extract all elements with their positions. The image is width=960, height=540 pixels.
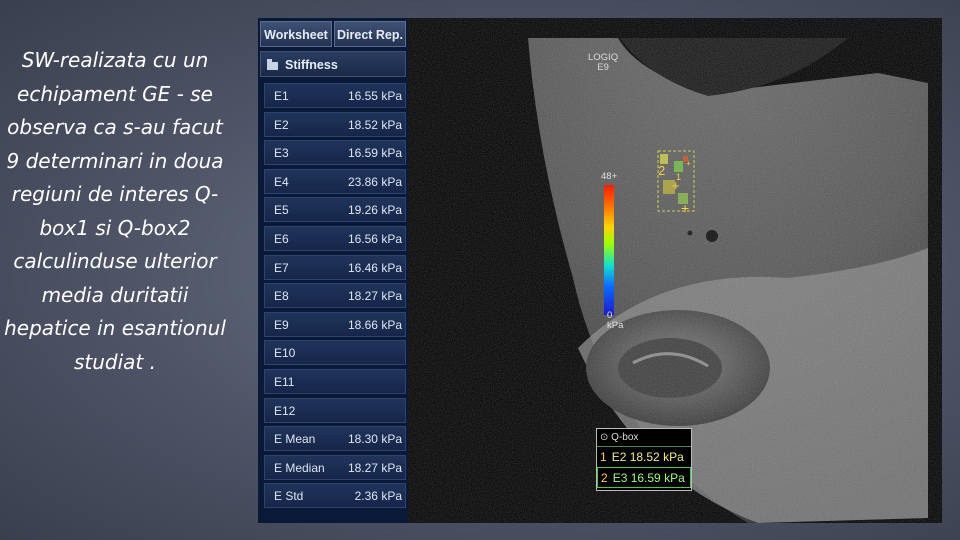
worksheet-tabs: Worksheet Direct Rep. (260, 21, 406, 47)
slide-caption: SW-realizata cu un echipament GE - se ob… (4, 48, 226, 374)
measurement-row[interactable]: E2 18.52 kPa (264, 111, 406, 137)
measurement-row[interactable]: E4 23.86 kPa (264, 168, 406, 194)
qbox-icon: ⊙ (600, 432, 609, 443)
qbox-result-1: 1 E2 18.52 kPa (597, 446, 691, 467)
measurement-row[interactable]: E Median 18.27 kPa (264, 454, 406, 480)
measurement-label: E2 (274, 117, 289, 132)
svg-text:+: + (686, 159, 691, 168)
measurement-value: 16.55 kPa (347, 89, 402, 103)
measurement-row[interactable]: E10 (264, 340, 406, 366)
measurement-value: 2.36 kPa (354, 489, 402, 504)
measurement-label: E5 (274, 203, 289, 218)
measurement-value: 18.30 kPa (347, 432, 402, 447)
ultrasound-screen: Worksheet Direct Rep. Stiffness E1 16.55 … (258, 18, 942, 523)
stiffness-folder[interactable]: Stiffness (260, 51, 406, 77)
tab-worksheet[interactable]: Worksheet (260, 21, 332, 47)
measurement-row[interactable]: E Mean 18.30 kPa (264, 426, 406, 452)
measurement-label: E1 (274, 89, 289, 103)
qbox-label-2: 2 (658, 163, 665, 178)
measurement-value: 18.27 kPa (347, 460, 402, 475)
colorbar-max-label: 48+ (601, 171, 618, 182)
qbox-header: ⊙ Q-box (600, 432, 639, 443)
measurement-value: 18.52 kPa (347, 117, 402, 132)
measurement-row[interactable]: E Std 2.36 kPa (264, 483, 406, 509)
tab-direct-report[interactable]: Direct Rep. (334, 21, 406, 47)
measurement-value: 18.66 kPa (347, 317, 402, 332)
measurement-label: E8 (274, 289, 289, 304)
measurement-value: 19.26 kPa (347, 203, 402, 218)
measurement-value: 23.86 kPa (347, 174, 402, 189)
measurement-label: E Std (274, 489, 304, 504)
measurement-row[interactable]: E1 16.55 kPa (264, 83, 406, 108)
measurement-row[interactable]: E5 19.26 kPa (264, 197, 406, 223)
measurement-label: E Mean (274, 432, 316, 447)
measurement-label: E9 (274, 317, 289, 332)
measurement-label: E7 (274, 260, 289, 275)
ultrasound-image: 2 1 + + + LOGIQ E9 48+ 0 kPa 0 5 10 ⊙ Q-… (408, 18, 942, 523)
measurement-label: E11 (274, 375, 295, 389)
measurement-label: E3 (274, 146, 289, 161)
measurement-label: E Median (274, 460, 325, 475)
stiffness-colorbar (604, 185, 614, 315)
measurement-value: 16.46 kPa (347, 260, 402, 275)
measurement-row[interactable]: E7 16.46 kPa (264, 254, 406, 280)
svg-text:+: + (681, 200, 689, 216)
measurement-label: E6 (274, 232, 289, 246)
qbox-results-box: ⊙ Q-box 1 E2 18.52 kPa 2 E3 16.59 kPa (596, 428, 692, 491)
measurement-row[interactable]: E9 18.66 kPa (264, 311, 406, 337)
worksheet-panel: Worksheet Direct Rep. Stiffness E1 16.55 … (258, 18, 408, 523)
measurement-value: 18.27 kPa (347, 289, 402, 304)
colorbar-min-label: 0 kPa (607, 310, 624, 331)
qbox-result-2: 2 E3 16.59 kPa (597, 467, 691, 488)
measurement-row[interactable]: E3 16.59 kPa (264, 140, 406, 166)
measurement-row[interactable]: E12 (264, 397, 406, 423)
logiq-logo: LOGIQ E9 (588, 52, 619, 73)
measurement-row[interactable]: E11 (264, 369, 406, 394)
measurement-row[interactable]: E6 16.56 kPa (264, 226, 406, 251)
measurement-label: E12 (274, 403, 296, 418)
folder-icon (267, 58, 278, 70)
measurement-label: E10 (274, 346, 296, 361)
svg-text:+: + (672, 178, 680, 193)
measurement-value: 16.59 kPa (347, 146, 402, 161)
measurement-label: E4 (274, 174, 289, 189)
stiffness-label: Stiffness (285, 58, 338, 72)
measurement-row[interactable]: E8 18.27 kPa (264, 283, 406, 309)
measurement-value: 16.56 kPa (347, 232, 402, 246)
